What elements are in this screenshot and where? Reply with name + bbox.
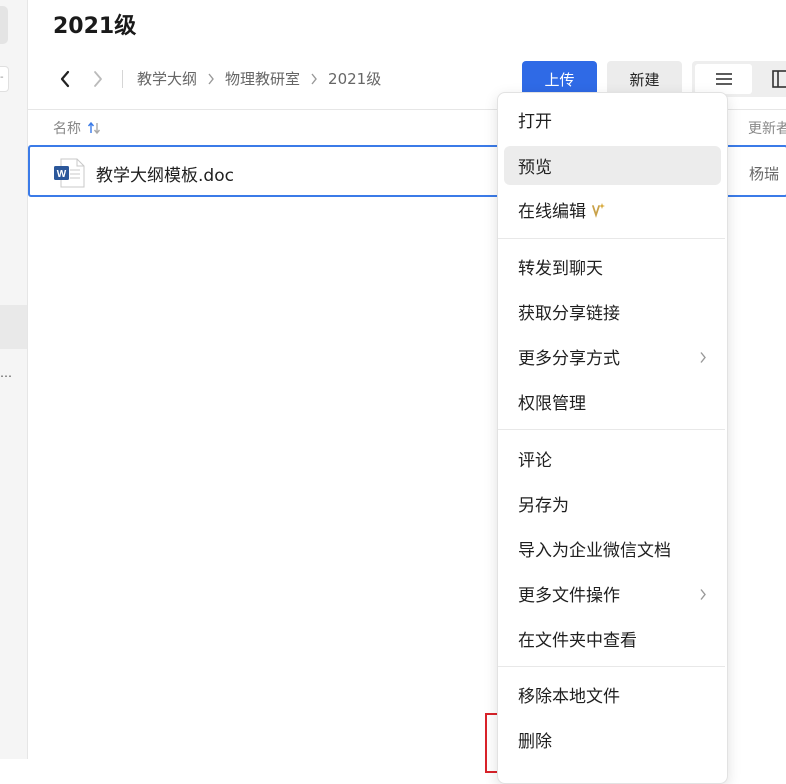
forward-icon[interactable] [87,66,109,92]
menu-item-label: 更多文件操作 [518,586,620,606]
word-doc-icon: W [53,158,85,192]
grid-view-icon[interactable] [772,70,786,92]
menu-item-permissions[interactable]: 权限管理 [504,382,721,421]
menu-divider [498,238,725,239]
menu-item-label: 评论 [518,451,552,471]
list-view-icon[interactable] [695,64,752,94]
menu-item-get-share-link[interactable]: 获取分享链接 [504,292,721,331]
menu-item-forward-to-chat[interactable]: 转发到聊天 [504,247,721,286]
menu-item-open[interactable]: 打开 [504,100,721,139]
menu-item-label: 删除 [518,732,552,752]
back-icon[interactable] [54,66,76,92]
column-header-updater[interactable]: 更新者 [748,118,786,138]
sparkle-icon [590,202,606,218]
menu-item-save-as[interactable]: 另存为 [504,484,721,523]
menu-item-delete[interactable]: 删除 [504,720,721,759]
menu-item-show-in-folder[interactable]: 在文件夹中查看 [504,619,721,658]
context-menu: 打开 预览 在线编辑 转发到聊天 获取分享链接 更多分享方式 权限管理 评论 另… [497,92,728,784]
menu-item-label: 移除本地文件 [518,687,620,707]
menu-item-remove-local[interactable]: 移除本地文件 [504,675,721,714]
sidebar-selected-item[interactable] [0,305,27,349]
chevron-right-icon [699,349,707,369]
svg-text:W: W [57,169,67,180]
menu-divider [498,666,725,667]
chevron-right-icon [310,73,318,85]
chevron-right-icon [699,586,707,606]
nav-divider [122,70,123,88]
menu-item-more-file-ops[interactable]: 更多文件操作 [504,574,721,613]
column-header-name[interactable]: 名称 [53,118,101,138]
menu-item-label: 转发到聊天 [518,259,603,279]
breadcrumb-item[interactable]: 物理教研室 [225,68,300,89]
menu-item-label: 导入为企业微信文档 [518,541,671,561]
menu-item-more-share[interactable]: 更多分享方式 [504,337,721,376]
file-updater: 杨瑞 [749,165,780,183]
menu-item-comment[interactable]: 评论 [504,439,721,478]
sidebar-top-item[interactable] [0,6,8,44]
menu-item-label: 预览 [518,158,552,178]
breadcrumb: 教学大纲 物理教研室 2021级 [137,68,381,89]
menu-item-online-edit[interactable]: 在线编辑 [504,190,721,229]
menu-item-label: 获取分享链接 [518,304,620,324]
menu-item-label: 另存为 [518,496,569,516]
breadcrumb-current: 2021级 [328,70,382,88]
sidebar: - … [0,0,28,759]
menu-item-preview[interactable]: 预览 [504,146,721,185]
chevron-right-icon [207,73,215,85]
sidebar-more-icon[interactable]: … [0,366,12,380]
menu-item-label: 在线编辑 [518,202,586,222]
menu-item-label: 更多分享方式 [518,349,620,369]
menu-item-label: 在文件夹中查看 [518,631,637,651]
breadcrumb-item[interactable]: 教学大纲 [137,68,197,89]
column-header-label: 名称 [53,121,81,137]
sidebar-collapse-icon[interactable]: - [0,66,9,92]
menu-item-label: 权限管理 [518,394,586,414]
menu-item-label: 打开 [518,112,552,132]
menu-item-import-as-doc[interactable]: 导入为企业微信文档 [504,529,721,568]
menu-divider [498,429,725,430]
sort-icon[interactable] [87,121,101,135]
page-title: 2021级 [53,14,137,39]
file-name: 教学大纲模板.doc [96,166,234,186]
